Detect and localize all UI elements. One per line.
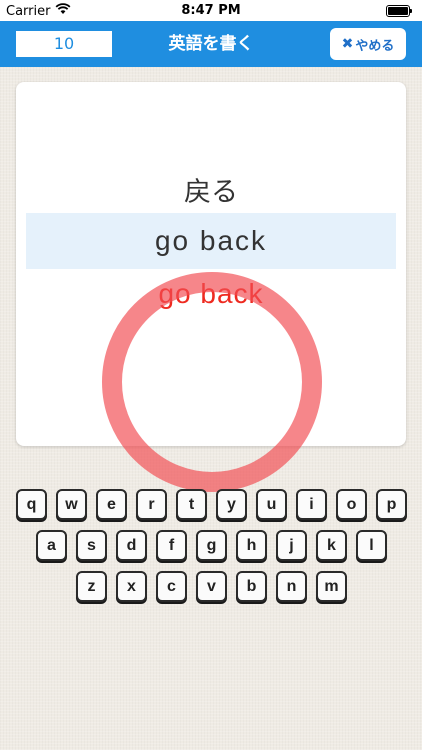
status-time: 8:47 PM: [181, 3, 241, 18]
key-u[interactable]: u: [256, 489, 287, 520]
key-d[interactable]: d: [116, 530, 147, 561]
key-v[interactable]: v: [196, 571, 227, 602]
correct-circle-icon: [102, 272, 322, 492]
nav-bar: 10 英語を書く ✖ やめる: [0, 21, 422, 67]
key-q[interactable]: q: [16, 489, 47, 520]
key-b[interactable]: b: [236, 571, 267, 602]
quit-button[interactable]: ✖ やめる: [330, 28, 406, 60]
status-bar: Carrier 8:47 PM: [0, 0, 422, 21]
key-r[interactable]: r: [136, 489, 167, 520]
key-z[interactable]: z: [76, 571, 107, 602]
key-k[interactable]: k: [316, 530, 347, 561]
key-i[interactable]: i: [296, 489, 327, 520]
key-w[interactable]: w: [56, 489, 87, 520]
key-m[interactable]: m: [316, 571, 347, 602]
answer-row: go back: [26, 213, 396, 269]
key-y[interactable]: y: [216, 489, 247, 520]
key-h[interactable]: h: [236, 530, 267, 561]
key-g[interactable]: g: [196, 530, 227, 561]
key-j[interactable]: j: [276, 530, 307, 561]
answer-text: go back: [154, 225, 268, 256]
prompt-word: 戻る: [184, 177, 238, 208]
key-c[interactable]: c: [156, 571, 187, 602]
key-n[interactable]: n: [276, 571, 307, 602]
key-f[interactable]: f: [156, 530, 187, 561]
key-o[interactable]: o: [336, 489, 367, 520]
battery-icon: [386, 5, 412, 17]
key-e[interactable]: e: [96, 489, 127, 520]
key-t[interactable]: t: [176, 489, 207, 520]
key-p[interactable]: p: [376, 489, 407, 520]
quit-label: やめる: [355, 38, 395, 54]
key-s[interactable]: s: [76, 530, 107, 561]
close-icon: ✖: [341, 36, 354, 52]
key-a[interactable]: a: [36, 530, 67, 561]
key-l[interactable]: l: [356, 530, 387, 561]
key-x[interactable]: x: [116, 571, 147, 602]
